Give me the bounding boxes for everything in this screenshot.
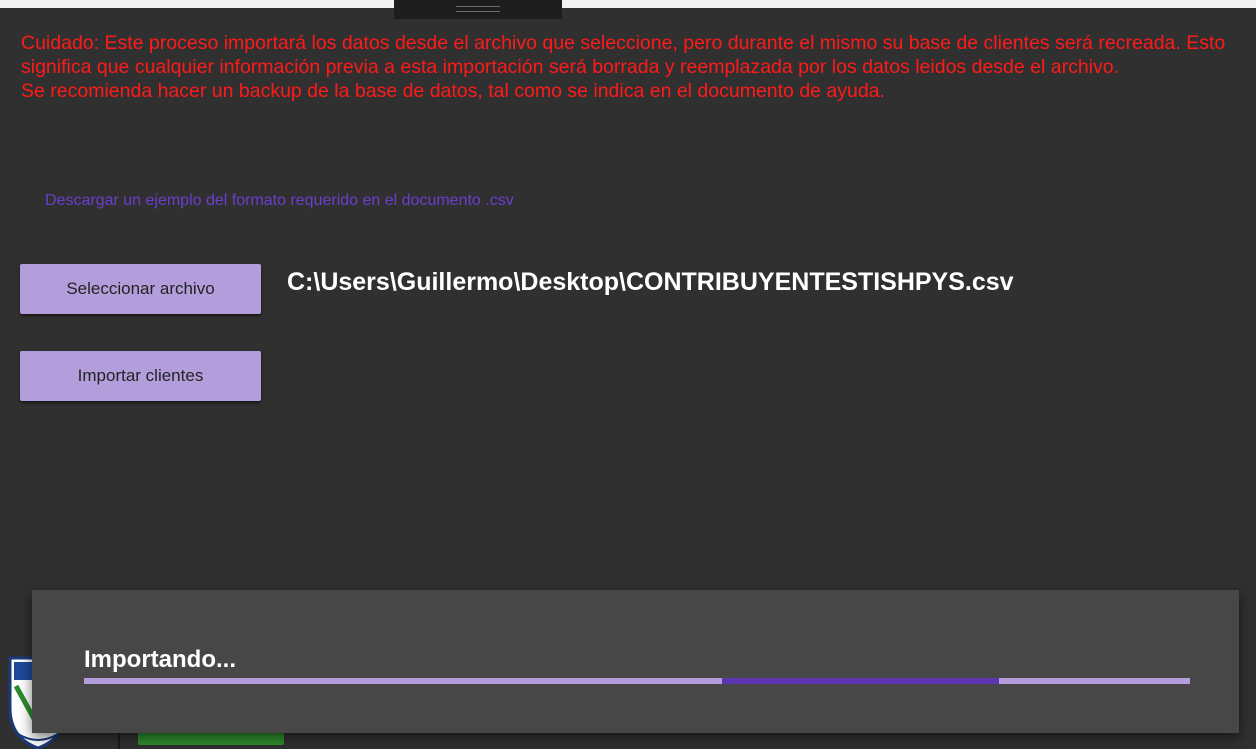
import-warning: Cuidado: Este proceso importará los dato… (21, 31, 1253, 103)
selected-file-path: C:\Users\Guillermo\Desktop\CONTRIBUYENTE… (287, 268, 1014, 296)
import-progress-snackbar: Importando... (32, 590, 1239, 733)
progress-bar-indicator (722, 678, 999, 684)
window-top-edge (0, 0, 1256, 8)
select-file-button[interactable]: Seleccionar archivo (20, 264, 261, 314)
import-clients-button[interactable]: Importar clientes (20, 351, 261, 401)
drag-handle-line (456, 11, 500, 12)
drag-handle[interactable] (394, 0, 562, 19)
warning-paragraph-1: Cuidado: Este proceso importará los dato… (21, 32, 1226, 78)
drag-handle-line (456, 6, 500, 7)
snackbar-message: Importando... (84, 646, 236, 673)
logo-divider (118, 732, 120, 749)
warning-paragraph-2: Se recomienda hacer un backup de la base… (21, 80, 885, 102)
progress-bar (84, 678, 1190, 684)
download-csv-example-link[interactable]: Descargar un ejemplo del formato requeri… (45, 192, 514, 210)
